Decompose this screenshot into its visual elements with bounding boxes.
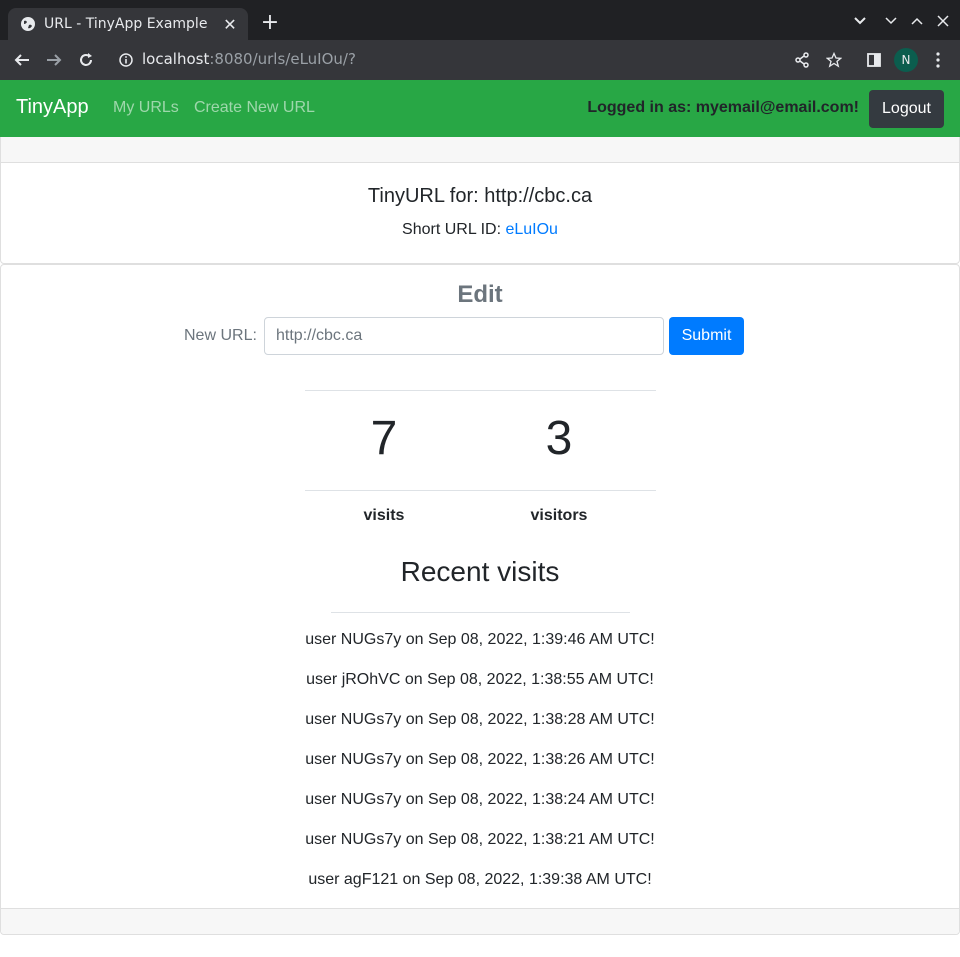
share-icon[interactable] <box>790 48 814 72</box>
recent-divider <box>331 612 630 613</box>
visit-list-item: user NUGs7y on Sep 08, 2022, 1:38:21 AM … <box>305 831 655 848</box>
window-close-icon[interactable] <box>934 12 952 30</box>
url-path: :8080/urls/eLuIOu/? <box>209 50 356 68</box>
new-tab-icon[interactable]: + <box>258 12 282 36</box>
minimize-icon[interactable] <box>882 12 900 30</box>
visit-list-item: user jROhVC on Sep 08, 2022, 1:38:55 AM … <box>306 671 654 688</box>
logout-button[interactable]: Logout <box>869 90 944 128</box>
app-navbar: TinyApp My URLs Create New URL Logged in… <box>0 80 960 137</box>
visit-list-item: user agF121 on Sep 08, 2022, 1:39:38 AM … <box>308 871 652 888</box>
submit-button[interactable]: Submit <box>669 317 744 355</box>
url-summary-card: TinyURL for: http://cbc.ca Short URL ID:… <box>0 162 960 264</box>
stats-divider-bottom <box>305 490 656 491</box>
tinyurl-heading: TinyURL for: http://cbc.ca <box>367 185 593 207</box>
card-header <box>0 137 960 163</box>
logged-in-status: Logged in as: myemail@email.com! <box>587 99 859 116</box>
short-url-line: Short URL ID: eLuIOu <box>1 221 959 239</box>
brand-link[interactable]: TinyApp <box>16 96 89 119</box>
visits-label: visits <box>363 507 405 524</box>
visit-list-item: user NUGs7y on Sep 08, 2022, 1:38:26 AM … <box>305 751 655 768</box>
back-icon[interactable] <box>10 48 34 72</box>
tab-search-icon[interactable] <box>851 12 869 30</box>
profile-avatar[interactable]: N <box>894 48 918 72</box>
visit-list-item: user NUGs7y on Sep 08, 2022, 1:38:24 AM … <box>305 791 655 808</box>
new-url-label: New URL: <box>184 327 257 344</box>
edit-title: Edit <box>457 281 503 308</box>
reload-icon[interactable] <box>74 48 98 72</box>
card-footer <box>1 908 959 934</box>
visits-count: 7 <box>370 412 398 465</box>
side-panel-icon[interactable] <box>862 48 886 72</box>
new-url-input[interactable] <box>264 317 664 355</box>
tab-close-icon[interactable]: ✕ <box>222 15 238 34</box>
edit-card: Edit New URL: Submit 7 3 visits visitors… <box>0 264 960 935</box>
visitors-count: 3 <box>545 412 573 465</box>
url-host: localhost <box>142 50 210 68</box>
nav-link-create-url[interactable]: Create New URL <box>194 99 315 117</box>
visit-list-item: user NUGs7y on Sep 08, 2022, 1:39:46 AM … <box>305 631 655 648</box>
menu-kebab-icon[interactable] <box>926 48 950 72</box>
tab-title: URL - TinyApp Example <box>44 16 208 32</box>
browser-toolbar: localhost:8080/urls/eLuIOu/? N <box>0 40 960 80</box>
nav-link-my-urls[interactable]: My URLs <box>113 99 179 117</box>
visit-list-item: user NUGs7y on Sep 08, 2022, 1:38:28 AM … <box>305 711 655 728</box>
browser-tabstrip: URL - TinyApp Example ✕ + <box>0 0 960 40</box>
stats-divider-top <box>305 390 656 391</box>
recent-visits-title: Recent visits <box>400 556 560 587</box>
maximize-icon[interactable] <box>908 12 926 30</box>
address-bar[interactable]: localhost:8080/urls/eLuIOu/? <box>142 50 356 69</box>
site-info-icon[interactable] <box>114 48 138 72</box>
visitors-label: visitors <box>530 507 588 524</box>
short-url-link[interactable]: eLuIOu <box>505 221 557 238</box>
globe-icon <box>20 16 36 32</box>
bookmark-star-icon[interactable] <box>822 48 846 72</box>
short-url-label: Short URL ID: <box>402 221 506 238</box>
forward-icon[interactable] <box>42 48 66 72</box>
browser-tab[interactable]: URL - TinyApp Example ✕ <box>8 8 248 40</box>
